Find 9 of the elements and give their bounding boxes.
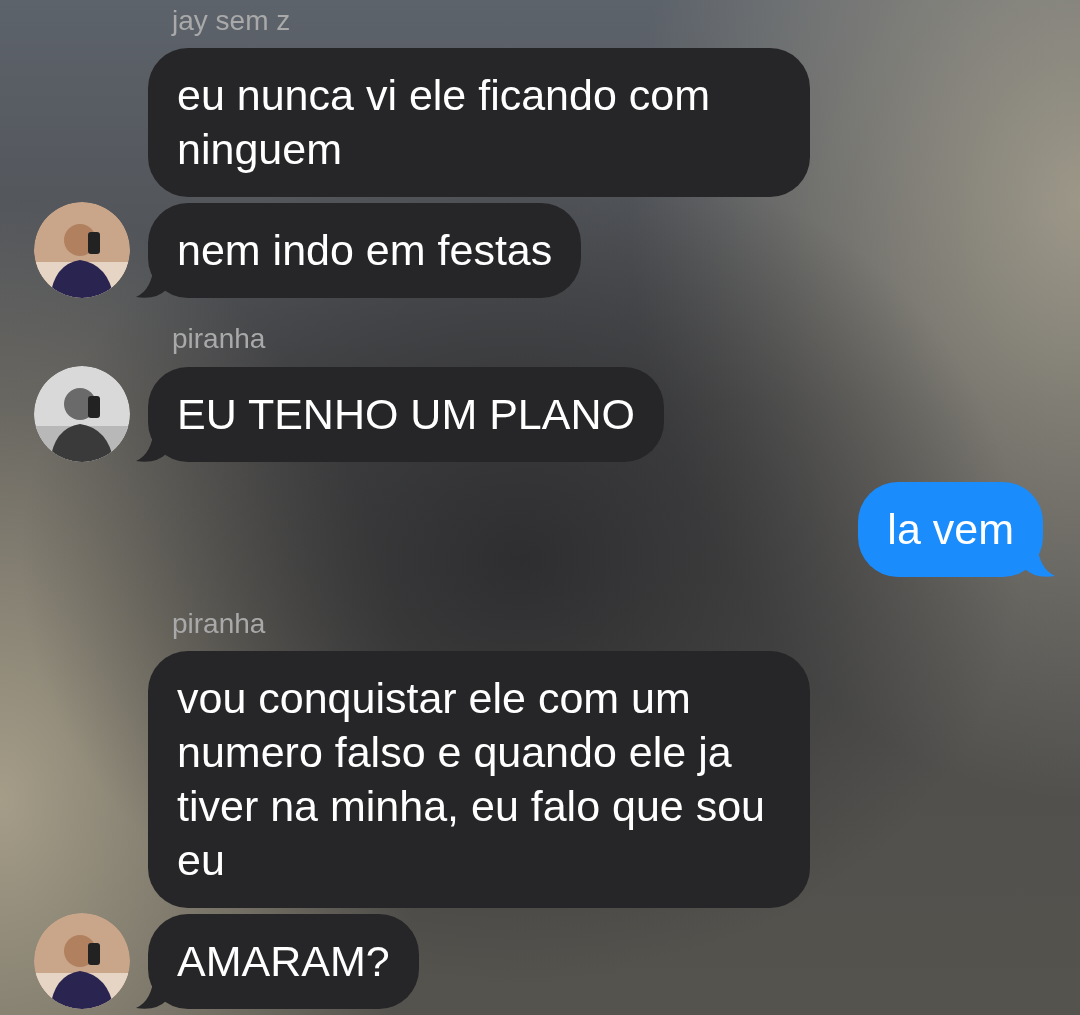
message-bubble: vou conquistar ele com um numero falso e quando ele ja tiver na minha, eu falo que sou eu <box>148 651 810 908</box>
message-bubble: AMARAM? <box>148 914 419 1009</box>
message-bubble: EU TENHO UM PLANO <box>148 367 664 462</box>
message-bubble: la vem <box>858 482 1043 577</box>
message-bubble: nem indo em festas <box>148 203 582 298</box>
sender-name: piranha <box>172 607 267 641</box>
sender-name: jay sem z <box>172 4 292 38</box>
sender-name: piranha <box>172 322 267 356</box>
message-bubble: eu nunca vi ele ficando com ninguem <box>148 48 810 197</box>
